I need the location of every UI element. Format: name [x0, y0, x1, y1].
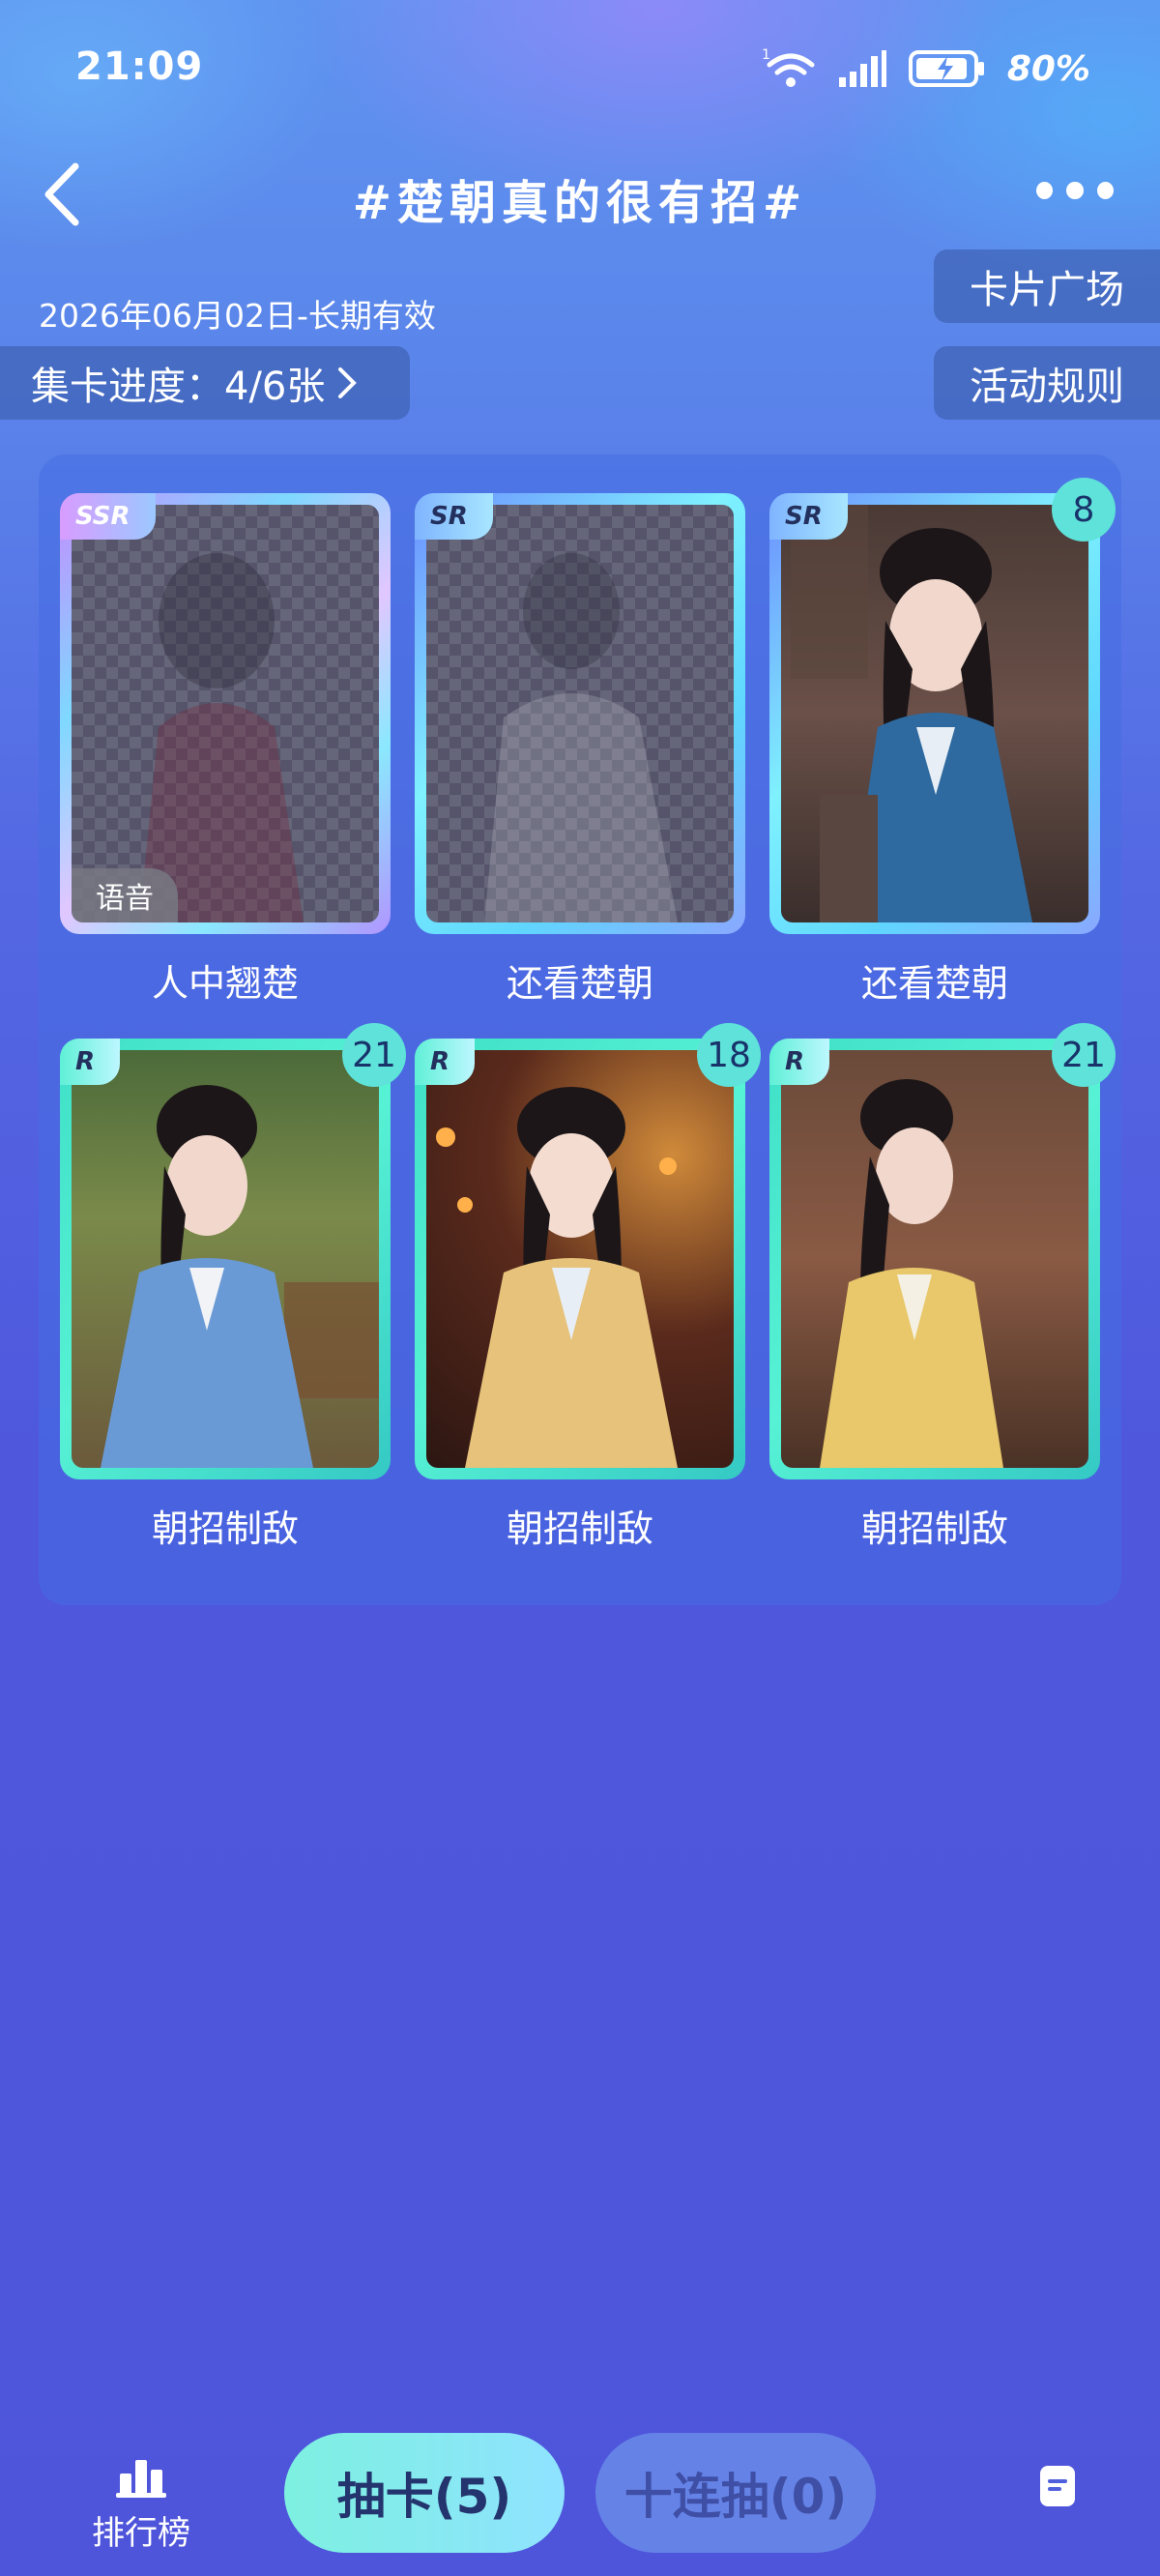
status-icons: 1 80% [762, 44, 1090, 93]
card-count-badge: 8 [1052, 478, 1116, 542]
card-image [426, 1050, 734, 1468]
card-frame: SR [415, 493, 745, 934]
progress-label: 集卡进度：4/6张 [31, 365, 326, 409]
battery-percent: 80% [1006, 48, 1090, 89]
card-silhouette [139, 553, 304, 922]
more-icon [1036, 182, 1054, 199]
leaderboard-button[interactable]: 排行榜 [83, 2456, 199, 2554]
draw-card-button[interactable]: 抽卡(5) [284, 2433, 565, 2553]
rarity-badge: SSR [60, 493, 156, 540]
card-character-art [820, 1079, 1003, 1468]
status-time: 21:09 [75, 44, 204, 89]
card-frame: R 18 [415, 1023, 761, 1479]
card-name: 还看楚朝 [506, 962, 653, 1005]
card-character-art [791, 505, 1032, 922]
card-frame: R 21 [769, 1023, 1116, 1479]
status-bar: 21:09 1 80% [0, 0, 1160, 145]
card-plaza-button[interactable]: 卡片广场 [934, 249, 1160, 323]
card-count-badge: 21 [1052, 1023, 1116, 1087]
svg-text:1: 1 [762, 47, 770, 63]
rarity-badge: R [415, 1039, 476, 1085]
card-image [781, 1050, 1088, 1468]
card-character-art [101, 1085, 379, 1468]
battery-icon [908, 50, 984, 87]
more-button[interactable] [1036, 182, 1114, 205]
card-item[interactable]: R 21 朝招制敌 [60, 1023, 406, 1552]
card-name: 朝招制敌 [506, 1508, 653, 1550]
card-silhouette [484, 553, 678, 922]
card-count-badge: 18 [697, 1023, 761, 1087]
validity-date: 2026年06月02日-长期有效 [39, 297, 436, 335]
card-frame: SSR 语音 [60, 493, 391, 934]
card-item[interactable]: R 21 朝招制敌 [769, 1023, 1116, 1552]
card-image [781, 505, 1088, 922]
voice-tag: 语音 [72, 868, 178, 922]
card-count-badge: 21 [342, 1023, 406, 1087]
card-frame: SR 8 [769, 478, 1116, 934]
card-image-locked [72, 505, 379, 922]
signal-icon [838, 50, 886, 87]
card-frame: R 21 [60, 1023, 406, 1479]
note-button[interactable] [1034, 2462, 1083, 2510]
page-title: #楚朝真的很有招# [352, 176, 808, 230]
activity-rules-button[interactable]: 活动规则 [934, 346, 1160, 420]
note-icon [1040, 2466, 1075, 2506]
card-item[interactable]: SR 8 还看楚朝 [769, 478, 1116, 1007]
card-image-locked [426, 505, 734, 922]
card-name: 还看楚朝 [860, 962, 1008, 1005]
card-item[interactable]: R 18 朝招制敌 [415, 1023, 761, 1552]
ten-draw-button[interactable]: 十连抽(0) [595, 2433, 876, 2553]
rarity-badge: SR [769, 493, 848, 540]
card-item[interactable]: SR 还看楚朝 [415, 493, 745, 1007]
rarity-badge: SR [415, 493, 493, 540]
rank-chart-icon [116, 2460, 166, 2498]
card-item[interactable]: SSR 语音 人中翘楚 [60, 493, 391, 1007]
card-collection-panel: SSR 语音 人中翘楚 SR 还看楚朝 SR 8 还看楚朝 R 21 朝招制敌 … [39, 454, 1121, 1605]
card-character-art [436, 1087, 678, 1468]
wifi-icon: 1 [762, 47, 815, 87]
card-name: 朝招制敌 [151, 1508, 299, 1550]
rarity-badge: R [769, 1039, 830, 1085]
card-name: 朝招制敌 [860, 1508, 1008, 1550]
rarity-badge: R [60, 1039, 121, 1085]
card-name: 人中翘楚 [151, 962, 299, 1005]
leaderboard-label: 排行榜 [92, 2514, 190, 2553]
bottom-action-bar: 排行榜 抽卡(5) 十连抽(0) [0, 2408, 1160, 2576]
chevron-right-icon [338, 367, 358, 398]
collection-progress-button[interactable]: 集卡进度：4/6张 [0, 346, 410, 420]
nav-bar: #楚朝真的很有招# [0, 145, 1160, 242]
card-image [72, 1050, 379, 1468]
